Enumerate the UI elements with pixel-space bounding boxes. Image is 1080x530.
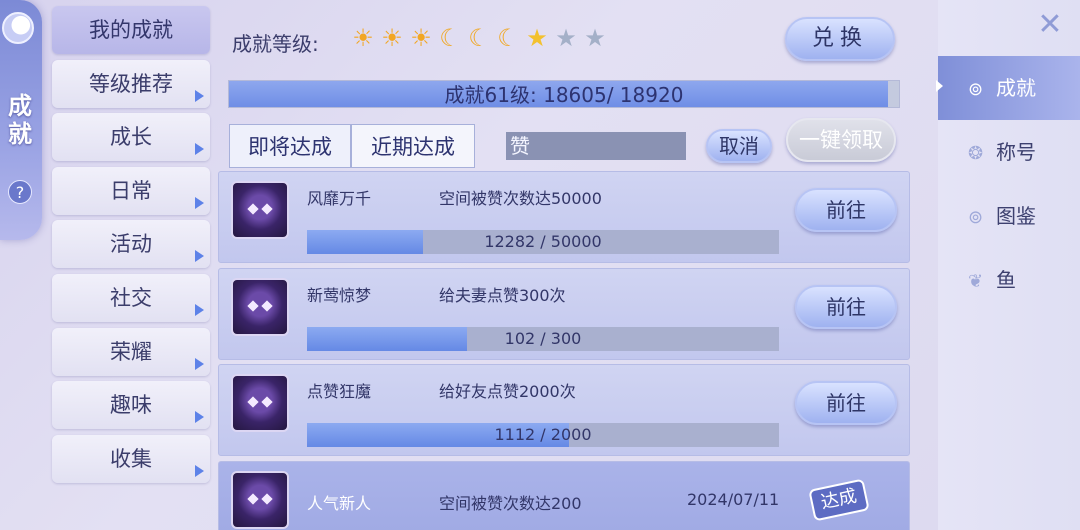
completed-stamp: 达成	[808, 478, 870, 521]
tab-label: 成就	[996, 76, 1036, 100]
achievement-avatar-icon	[231, 277, 289, 336]
moon-emblem-icon	[2, 12, 34, 44]
achievement-desc: 空间被赞次数达200	[439, 493, 582, 513]
achievement-progress-bar: 102 / 300	[307, 326, 779, 351]
tab-label: 称号	[996, 140, 1036, 164]
achievement-name: 风靡万千	[307, 189, 372, 208]
achievement-desc: 空间被赞次数达50000	[439, 189, 602, 208]
arrow-right-icon	[195, 464, 204, 477]
tab-codex[interactable]: ⊚ 图鉴	[938, 184, 1080, 248]
achievement-progress-text: 1112 / 2000	[494, 425, 592, 444]
menu-label: 收集	[110, 446, 152, 471]
caret-right-icon	[936, 80, 943, 92]
moon-icon: ☾	[439, 24, 461, 52]
achievement-desc: 给好友点赞2000次	[439, 382, 576, 401]
menu-label: 我的成就	[89, 18, 173, 42]
achievement-progress-bar: 12282 / 50000	[307, 230, 779, 254]
achievement-row: 风靡万千 空间被赞次数达50000 12282 / 50000 前往	[218, 171, 910, 263]
goto-button[interactable]: 前往	[795, 188, 897, 232]
achievement-name: 新莺惊梦	[307, 285, 372, 305]
sun-icon: ☀	[381, 24, 403, 52]
arrow-right-icon	[195, 143, 204, 156]
tab-label: 鱼	[996, 268, 1016, 292]
arrow-right-icon	[195, 357, 204, 370]
menu-label: 趣味	[110, 393, 152, 418]
menu-label: 日常	[110, 178, 152, 203]
help-icon[interactable]: ?	[8, 180, 32, 204]
side-ornament: 成就 ?	[0, 0, 42, 240]
sun-icon: ☀	[352, 24, 374, 52]
side-title: 成就	[8, 92, 32, 148]
moon-icon: ☾	[468, 24, 490, 52]
achievement-row: 新莺惊梦 给夫妻点赞300次 102 / 300 前往	[218, 267, 910, 360]
achievement-list[interactable]: 风靡万千 空间被赞次数达50000 12282 / 50000 前往 新莺惊梦 …	[218, 171, 910, 530]
level-progress-text: 成就61级: 18605/ 18920	[444, 83, 684, 107]
rings-icon: ⊚	[968, 79, 984, 100]
achievement-avatar-icon	[231, 181, 289, 239]
empty-star-icon: ★	[584, 24, 606, 52]
menu-item-level-recommend[interactable]: 等级推荐	[52, 59, 210, 108]
achievement-row-completed: 人气新人 空间被赞次数达200 2024/07/11 达成	[218, 460, 910, 530]
close-icon[interactable]: ✕	[1035, 10, 1065, 40]
tab-upcoming[interactable]: 即将达成	[229, 124, 351, 168]
achievement-progress-bar: 1112 / 2000	[307, 423, 779, 447]
goto-button[interactable]: 前往	[795, 381, 897, 425]
rank-label: 成就等级:	[232, 32, 319, 56]
sun-icon: ☀	[410, 24, 432, 52]
menu-item-events[interactable]: 活动	[52, 220, 210, 269]
achievement-progress-text: 12282 / 50000	[484, 232, 602, 251]
goto-button[interactable]: 前往	[795, 284, 897, 329]
achievement-progress-text: 102 / 300	[504, 328, 582, 348]
achievement-date: 2024/07/11	[687, 489, 780, 509]
menu-label: 荣耀	[110, 339, 152, 364]
tab-recent[interactable]: 近期达成	[351, 124, 475, 168]
menu-item-social[interactable]: 社交	[52, 273, 210, 322]
arrow-right-icon	[195, 250, 204, 263]
menu-label: 成长	[110, 125, 152, 150]
category-menu: 我的成就 等级推荐 成长 日常 活动 社交 荣耀 趣味 收集	[52, 6, 210, 488]
empty-star-icon: ★	[555, 24, 577, 52]
arrow-right-icon	[195, 411, 204, 424]
rings-icon: ⊚	[968, 207, 984, 228]
tab-achievements[interactable]: ⊚ 成就	[938, 56, 1080, 120]
claim-all-button[interactable]: 一键领取	[786, 118, 896, 162]
menu-item-glory[interactable]: 荣耀	[52, 327, 210, 376]
achievement-avatar-icon	[231, 470, 289, 529]
menu-item-fun[interactable]: 趣味	[52, 381, 210, 430]
arrow-right-icon	[195, 196, 204, 209]
moon-icon: ☾	[497, 24, 519, 52]
menu-item-growth[interactable]: 成长	[52, 113, 210, 162]
cancel-button[interactable]: 取消	[706, 129, 772, 163]
menu-item-collect[interactable]: 收集	[52, 434, 210, 483]
exchange-button[interactable]: 兑换	[785, 17, 895, 61]
tab-titles[interactable]: ❂ 称号	[938, 120, 1080, 184]
menu-label: 等级推荐	[89, 71, 173, 96]
menu-item-my-achievements[interactable]: 我的成就	[52, 6, 210, 54]
achievement-avatar-icon	[231, 374, 289, 432]
achievement-desc: 给夫妻点赞300次	[439, 285, 566, 305]
star-icon: ★	[526, 24, 548, 52]
achievement-name: 点赞狂魔	[307, 382, 372, 401]
menu-item-daily[interactable]: 日常	[52, 166, 210, 215]
badge-icon: ❂	[968, 143, 984, 164]
tab-label: 图鉴	[996, 204, 1036, 228]
arrow-right-icon	[195, 89, 204, 102]
level-progress-bar: 成就61级: 18605/ 18920	[228, 80, 900, 108]
menu-label: 活动	[110, 232, 152, 257]
achievement-row: 点赞狂魔 给好友点赞2000次 1112 / 2000 前往	[218, 364, 910, 456]
menu-label: 社交	[110, 285, 152, 310]
fish-icon: ❦	[968, 271, 984, 292]
tab-fish[interactable]: ❦ 鱼	[938, 248, 1080, 312]
achievement-name: 人气新人	[307, 493, 372, 513]
arrow-right-icon	[195, 303, 204, 316]
search-input[interactable]: 赞	[506, 132, 686, 160]
rank-stars: ☀ ☀ ☀ ☾ ☾ ☾ ★ ★ ★	[350, 24, 608, 52]
